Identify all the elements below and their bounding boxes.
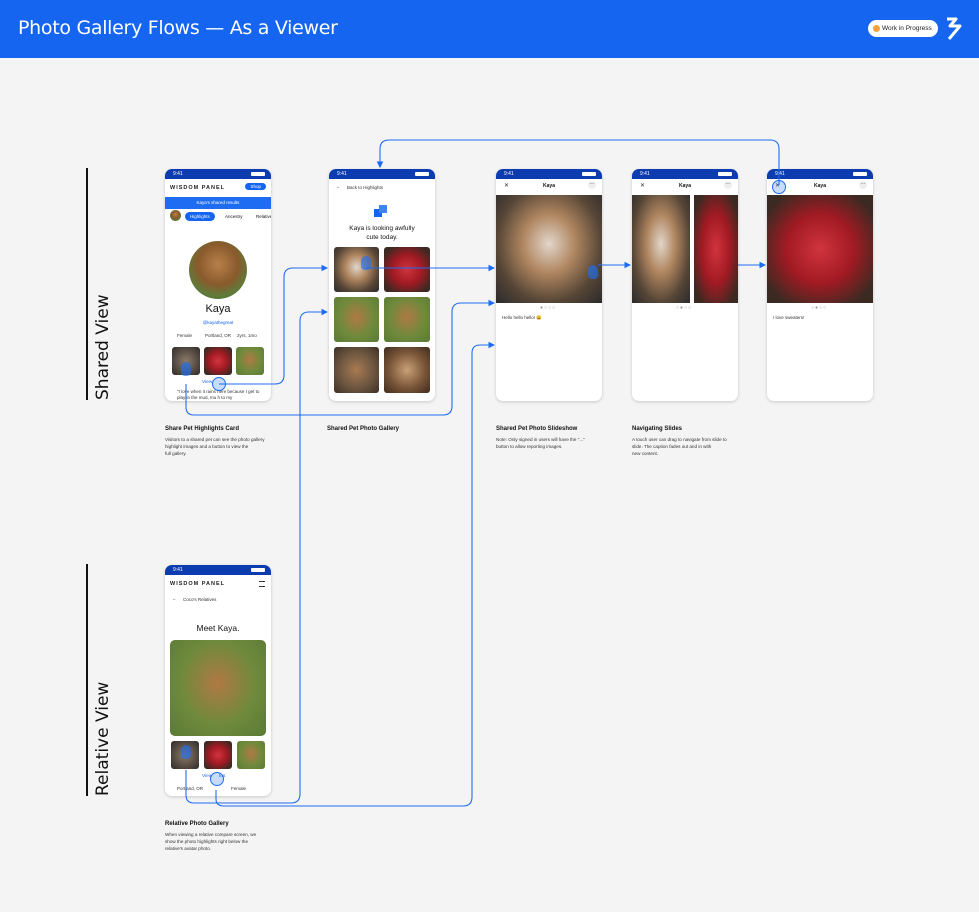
caption-title: Relative Photo Gallery xyxy=(165,821,229,827)
caption-title: Share Pet Highlights Card xyxy=(165,426,240,432)
flow-connectors xyxy=(185,139,780,807)
tap-indicator-icon xyxy=(210,772,224,786)
touch-hand-icon xyxy=(361,256,371,270)
tap-indicator-icon xyxy=(772,180,786,194)
caption-title: Shared Pet Photo Slideshow xyxy=(496,426,578,432)
caption-body: Note: Only signed in users will have the… xyxy=(496,437,585,449)
touch-hand-icon xyxy=(181,362,191,376)
touch-hand-icon xyxy=(181,745,191,759)
tap-indicator-icon xyxy=(212,377,226,391)
drag-hand-icon xyxy=(588,265,598,279)
caption-title: Navigating Slides xyxy=(632,426,683,432)
caption-body: A touch user can drag to navigate from s… xyxy=(632,437,727,456)
caption-title: Shared Pet Photo Gallery xyxy=(327,426,400,432)
caption-body: When viewing a relative compare screen, … xyxy=(165,832,257,851)
caption-body: Visitors to a shared pet can see the pho… xyxy=(165,437,265,456)
